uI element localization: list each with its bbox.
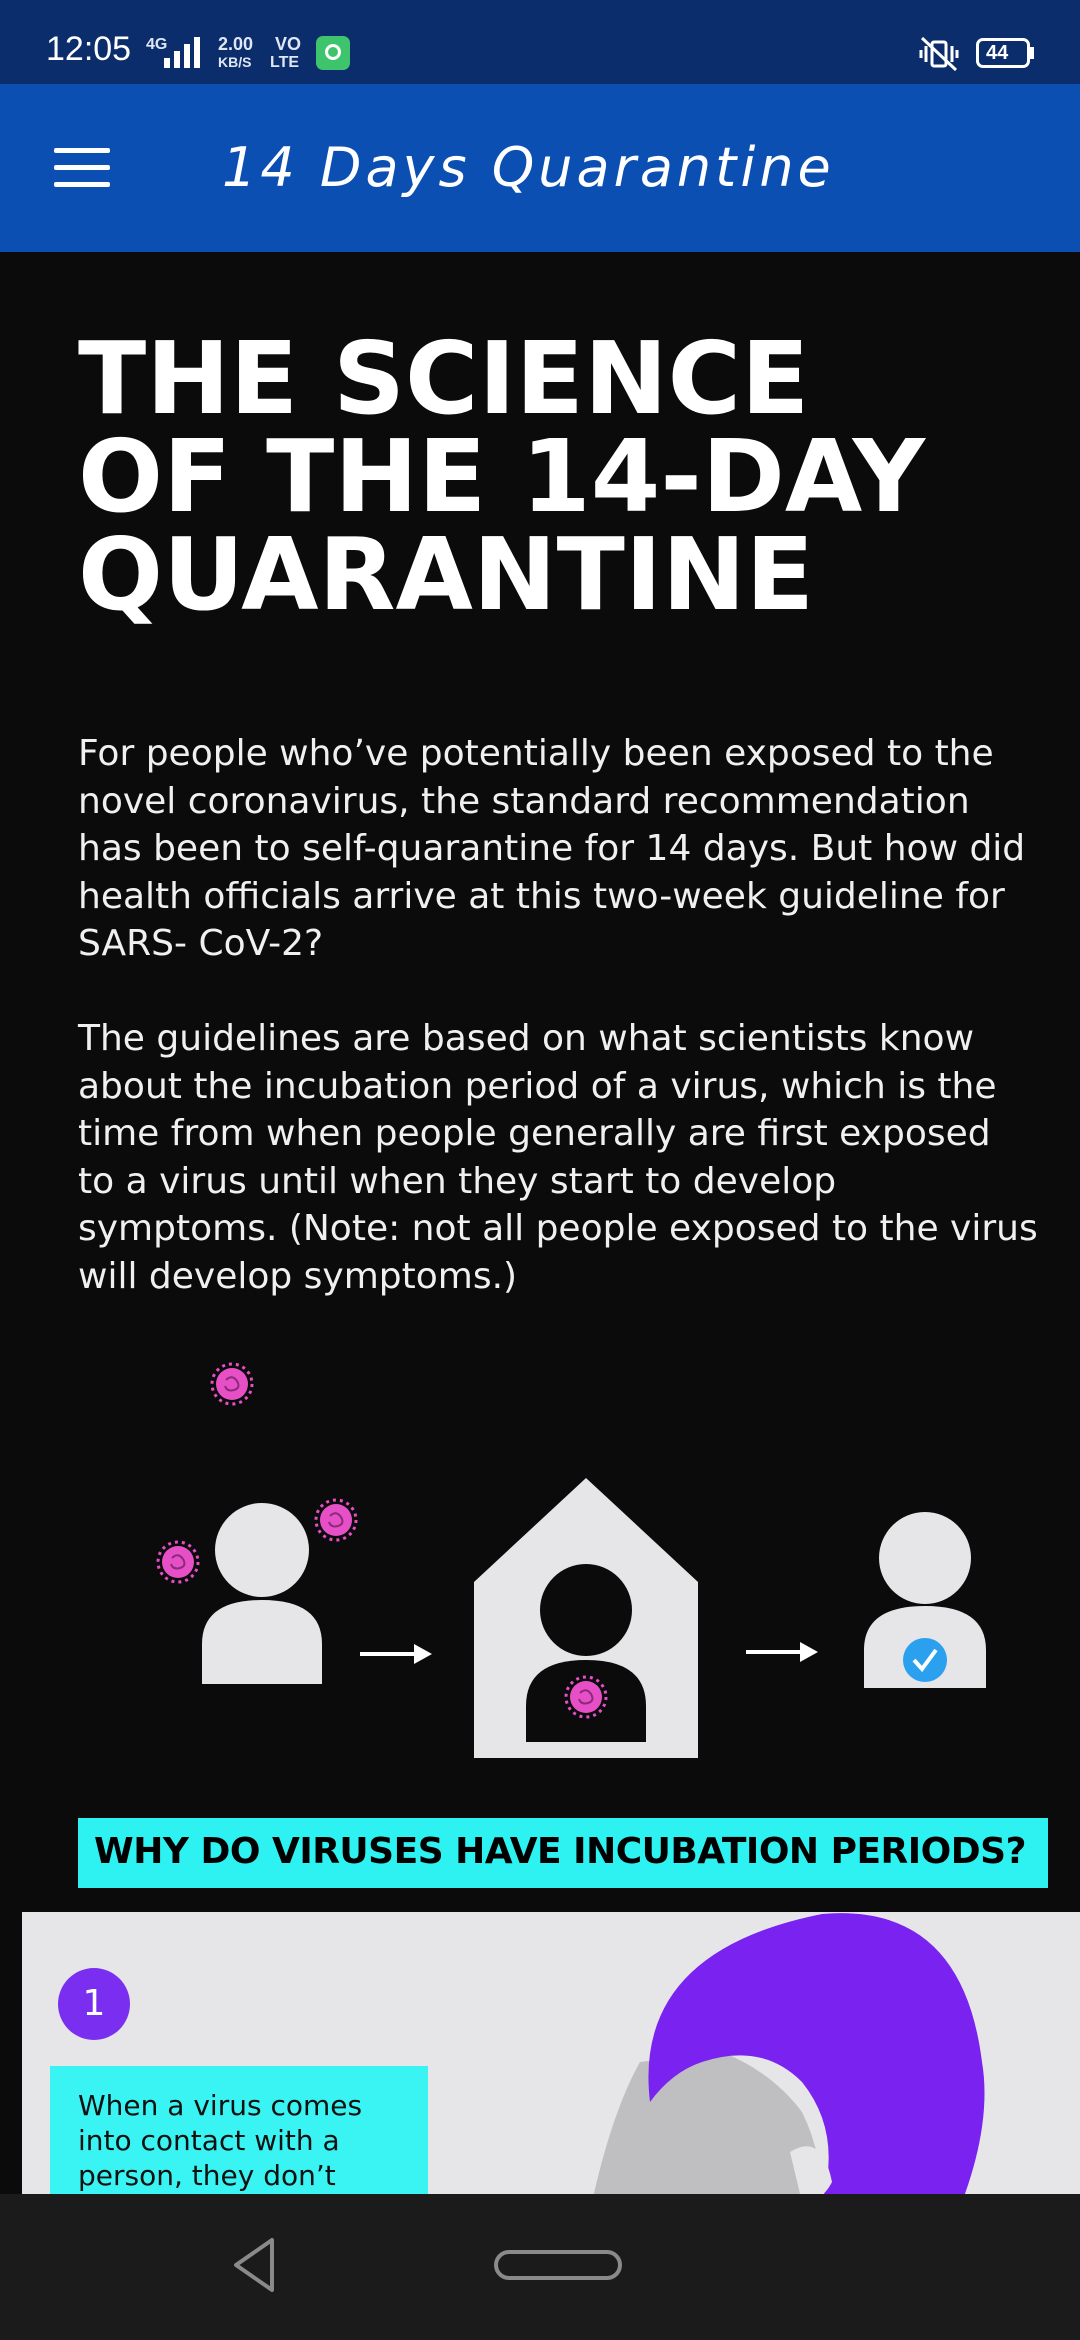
- data-speed-unit: KB/S: [218, 54, 252, 70]
- section-banner: WHY DO VIRUSES HAVE INCUBATION PERIODS?: [78, 1818, 1048, 1888]
- exposed-person-icon: [202, 1503, 322, 1684]
- arrow-right-icon: [746, 1642, 818, 1662]
- notification-app-icon: [316, 36, 350, 70]
- step-text-box: When a virus comes into contact with a p…: [50, 2066, 428, 2194]
- volte-top: VO: [275, 34, 302, 54]
- quarantine-house-icon: [474, 1478, 698, 1758]
- vibrate-icon: [919, 36, 959, 72]
- quarantine-illustration: [156, 1362, 986, 1758]
- volte-bottom: LTE: [270, 54, 300, 71]
- data-speed-value: 2.00: [218, 34, 254, 54]
- article-headline: THE SCIENCE OF THE 14-DAY QUARANTINE: [78, 320, 926, 633]
- virus-icon: [210, 1362, 254, 1406]
- status-time: 12:05: [46, 30, 132, 68]
- head-illustration: [593, 1913, 985, 2194]
- back-icon[interactable]: [230, 2236, 278, 2294]
- article-paragraph-2: The guidelines are based on what scienti…: [78, 1018, 1038, 1297]
- status-bar: 12:05 4G 2.00 KB/S VO LTE 44: [0, 0, 1080, 84]
- app-bar: 14 Days Quarantine: [0, 84, 1080, 252]
- healthy-person-icon: [864, 1512, 986, 1688]
- signal-icon: [164, 37, 200, 68]
- virus-icon: [314, 1498, 358, 1542]
- menu-icon[interactable]: [54, 148, 110, 190]
- battery-level: 44: [986, 42, 1009, 64]
- step-text: When a virus comes into contact with a p…: [78, 2089, 363, 2192]
- virus-icon: [156, 1540, 200, 1584]
- section-heading: WHY DO VIRUSES HAVE INCUBATION PERIODS?: [94, 1831, 1026, 1872]
- incubation-step-card: 1 When a virus comes into contact with a…: [22, 1912, 1080, 2194]
- home-icon[interactable]: [494, 2250, 622, 2280]
- battery-tip: [1030, 47, 1034, 59]
- article-paragraph-1: For people who’ve potentially been expos…: [78, 733, 1026, 964]
- app-title: 14 Days Quarantine: [222, 136, 835, 199]
- system-navigation-bar: [0, 2194, 1080, 2340]
- arrow-right-icon: [360, 1644, 432, 1664]
- step-number-badge: 1: [58, 1968, 130, 2040]
- article-content[interactable]: THE SCIENCE OF THE 14-DAY QUARANTINE For…: [0, 252, 1080, 2194]
- battery-icon: 44: [976, 38, 1030, 68]
